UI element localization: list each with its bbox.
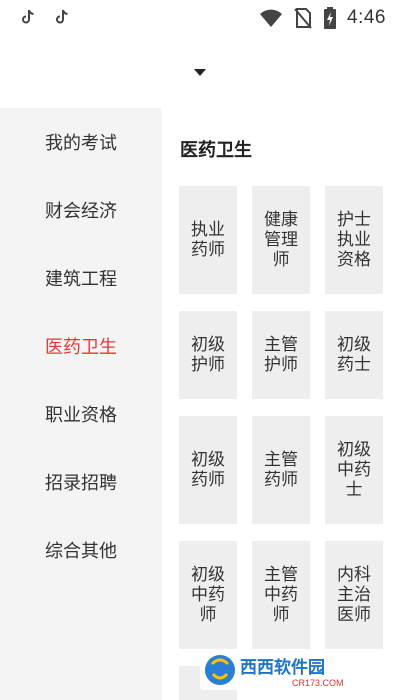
exam-card-label: 初级药士 bbox=[337, 335, 371, 375]
sidebar-item-label: 招录招聘 bbox=[45, 473, 117, 494]
exam-card-label: 主管中药师 bbox=[264, 565, 298, 625]
status-bar: 4:46 bbox=[0, 0, 400, 36]
exam-card[interactable]: 内科主治医师 bbox=[325, 541, 383, 649]
svg-text:西西软件园: 西西软件园 bbox=[240, 657, 325, 678]
caret-down-icon bbox=[194, 68, 206, 76]
no-sim-icon bbox=[294, 8, 312, 29]
sidebar-item-label: 医药卫生 bbox=[45, 337, 117, 358]
watermark-logo: 西西软件园 CR173.COM bbox=[200, 650, 380, 690]
sidebar-item-label: 建筑工程 bbox=[45, 269, 117, 290]
sidebar-item-vocational[interactable]: 职业资格 bbox=[0, 392, 162, 436]
exam-card-label: 内科主治医师 bbox=[337, 565, 371, 625]
exam-card[interactable]: 初级药师 bbox=[179, 416, 237, 524]
sidebar-item-other[interactable]: 综合其他 bbox=[0, 528, 162, 572]
exam-card-label: 初级中药师 bbox=[191, 565, 225, 625]
sidebar-item-label: 职业资格 bbox=[45, 405, 117, 426]
sidebar-item-construction[interactable]: 建筑工程 bbox=[0, 256, 162, 300]
exam-card[interactable]: 执业药师 bbox=[179, 186, 237, 294]
exam-card[interactable]: 主管护师 bbox=[252, 311, 310, 399]
exam-card[interactable]: 初级药士 bbox=[325, 311, 383, 399]
exam-card[interactable]: 主管中药师 bbox=[252, 541, 310, 649]
tiktok-icon bbox=[56, 9, 68, 24]
sidebar-item-label: 财会经济 bbox=[45, 201, 117, 222]
sidebar-item-label: 我的考试 bbox=[45, 133, 117, 154]
exam-card-label: 初级药师 bbox=[191, 450, 225, 490]
exam-card-label: 主管护师 bbox=[264, 335, 298, 375]
exam-card[interactable]: 初级护师 bbox=[179, 311, 237, 399]
status-icons: 4:46 bbox=[259, 6, 386, 30]
section-title: 医药卫生 bbox=[180, 140, 252, 161]
exam-card[interactable]: 初级中药师 bbox=[179, 541, 237, 649]
sidebar-item-finance[interactable]: 财会经济 bbox=[0, 188, 162, 232]
battery-charging-icon bbox=[324, 7, 337, 29]
exam-card[interactable]: 主管药师 bbox=[252, 416, 310, 524]
sidebar-item-my-exams[interactable]: 我的考试 bbox=[0, 120, 162, 164]
sidebar-item-label: 综合其他 bbox=[45, 541, 117, 562]
exam-card-label: 主管药师 bbox=[264, 450, 298, 490]
tiktok-icon bbox=[22, 9, 34, 24]
main-panel: 医药卫生 执业药师 健康管理师 护士执业资格 初级护师 主管护师 初级药士 初级… bbox=[162, 108, 400, 700]
category-dropdown[interactable] bbox=[185, 60, 215, 84]
exam-card-label: 初级护师 bbox=[191, 335, 225, 375]
svg-text:CR173.COM: CR173.COM bbox=[292, 678, 344, 688]
sidebar: 我的考试 财会经济 建筑工程 医药卫生 职业资格 招录招聘 综合其他 bbox=[0, 108, 162, 700]
exam-card[interactable]: 护士执业资格 bbox=[325, 186, 383, 294]
exam-card-label: 初级中药士 bbox=[337, 440, 371, 500]
exam-card[interactable]: 健康管理师 bbox=[252, 186, 310, 294]
clock: 4:46 bbox=[347, 7, 386, 28]
exam-card-label: 护士执业资格 bbox=[337, 210, 371, 270]
wifi-icon bbox=[260, 9, 283, 27]
exam-card[interactable]: 初级中药士 bbox=[325, 416, 383, 524]
exam-card-label: 健康管理师 bbox=[264, 210, 298, 270]
exam-card-label: 执业药师 bbox=[191, 220, 225, 260]
sidebar-item-medical[interactable]: 医药卫生 bbox=[0, 324, 162, 368]
sidebar-item-recruitment[interactable]: 招录招聘 bbox=[0, 460, 162, 504]
